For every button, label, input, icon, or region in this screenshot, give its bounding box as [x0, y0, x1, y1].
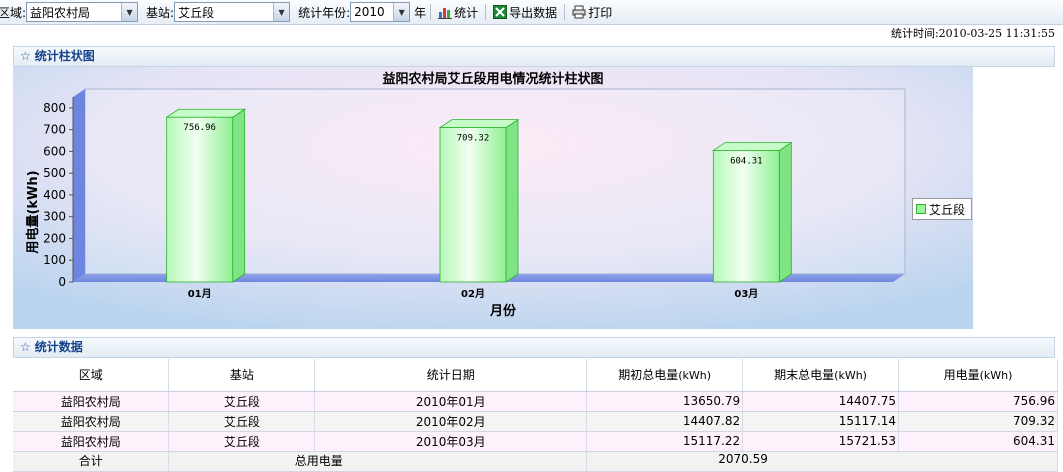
table-header-row: 区域 基站 统计日期 期初总电量(kWh) 期末总电量(kWh) 用电量(kWh…: [13, 359, 1058, 392]
cell-usage: 709.32: [898, 411, 1058, 432]
cell-station: 艾丘段: [168, 431, 316, 452]
chart-side-wall: [73, 89, 85, 282]
column-header[interactable]: 用电量(kWh): [898, 359, 1058, 392]
print-button[interactable]: 打印: [569, 4, 615, 21]
y-axis-title: 用电量(kWh): [25, 170, 41, 254]
bar: [166, 116, 234, 283]
year-select-value: 2010: [354, 5, 385, 19]
y-tick-label: 600: [43, 144, 66, 158]
cell-end-power: 15117.14: [742, 411, 900, 432]
y-tick-label: 400: [43, 188, 66, 202]
chevron-down-icon[interactable]: ▼: [393, 3, 410, 21]
y-tick-label: 100: [43, 253, 66, 267]
total-label: 合计: [13, 451, 170, 472]
export-button-label: 导出数据: [509, 5, 558, 20]
star-icon: ☆: [20, 49, 31, 63]
cell-usage: 604.31: [898, 431, 1058, 452]
y-tick-label: 200: [43, 231, 66, 245]
y-tick-label: 500: [43, 166, 66, 180]
stat-button-label: 统计: [454, 5, 479, 20]
column-header[interactable]: 基站: [168, 359, 316, 392]
column-header[interactable]: 区域: [13, 359, 170, 392]
cell-area: 益阳农村局: [13, 391, 170, 412]
x-tick-label: 01月: [188, 288, 212, 300]
bar-value-label: 604.31: [730, 156, 763, 166]
separator: [430, 4, 432, 20]
data-panel-header: ☆ 统计数据: [13, 337, 1055, 358]
bar-chart-svg: 益阳农村局艾丘段用电情况统计柱状图 0 100 200 300 400 500 600 700…: [13, 67, 973, 329]
x-tick-label: 03月: [734, 288, 758, 300]
bar-top: [165, 108, 246, 118]
area-select-value: 益阳农村局: [30, 5, 91, 20]
table-row[interactable]: 益阳农村局 艾丘段 2010年02月 14407.82 15117.14 709…: [13, 411, 1058, 432]
separator: [564, 4, 566, 20]
station-select-value: 艾丘段: [178, 5, 215, 20]
cell-start-power: 15117.22: [586, 431, 744, 452]
cell-date: 2010年02月: [314, 411, 588, 432]
cell-start-power: 13650.79: [586, 391, 744, 412]
separator: [485, 4, 487, 20]
cell-station: 艾丘段: [168, 411, 316, 432]
cell-date: 2010年03月: [314, 431, 588, 452]
chart-panel-header: ☆ 统计柱状图: [13, 46, 1055, 67]
x-tick-label: 02月: [461, 288, 485, 300]
export-button[interactable]: 导出数据: [490, 4, 560, 21]
total-power-label: 总用电量: [168, 451, 588, 472]
cell-end-power: 14407.75: [742, 391, 900, 412]
year-label: 统计年份:: [298, 5, 351, 20]
data-panel-title: 统计数据: [34, 340, 83, 354]
x-axis-title: 月份: [489, 303, 517, 319]
bar-chart-icon: [438, 8, 453, 19]
bar-chart: 益阳农村局艾丘段用电情况统计柱状图 0 100 200 300 400 500 600 700…: [13, 67, 973, 329]
cell-end-power: 15721.53: [742, 431, 900, 452]
chart-panel-title: 统计柱状图: [34, 49, 95, 63]
star-icon: ☆: [20, 340, 31, 354]
cell-area: 益阳农村局: [13, 411, 170, 432]
column-header[interactable]: 期初总电量(kWh): [586, 359, 744, 392]
column-header[interactable]: 统计日期: [314, 359, 588, 392]
total-power-value: 2070.59: [586, 451, 1058, 472]
bar-side: [778, 141, 792, 283]
print-button-label: 打印: [588, 5, 613, 20]
stat-time: 统计时间:2010-03-25 11:31:55: [890, 27, 1055, 40]
y-tick-label: 300: [43, 210, 66, 224]
bar-side: [505, 118, 519, 283]
year-suffix: 年: [414, 5, 427, 20]
table-total-row: 合计 总用电量 2070.59: [13, 451, 1058, 472]
chevron-down-icon[interactable]: ▼: [273, 3, 290, 21]
cell-station: 艾丘段: [168, 391, 316, 412]
area-label: 区域:: [0, 5, 27, 20]
area-select[interactable]: 益阳农村局 ▼: [26, 2, 139, 22]
bar-value-label: 756.96: [183, 123, 216, 133]
cell-date: 2010年01月: [314, 391, 588, 412]
year-select[interactable]: 2010 ▼: [350, 2, 411, 22]
printer-icon: [572, 5, 586, 19]
bar-top: [712, 142, 793, 151]
cell-usage: 756.96: [898, 391, 1058, 412]
stats-table: 区域 基站 统计日期 期初总电量(kWh) 期末总电量(kWh) 用电量(kWh…: [13, 359, 1058, 472]
stat-button[interactable]: 统计: [435, 4, 481, 21]
station-label: 基站:: [146, 5, 175, 20]
chart-title: 益阳农村局艾丘段用电情况统计柱状图: [382, 71, 603, 87]
cell-start-power: 14407.82: [586, 411, 744, 432]
cell-area: 益阳农村局: [13, 431, 170, 452]
excel-icon: [493, 5, 508, 19]
y-tick-label: 700: [43, 123, 66, 137]
legend-label: 艾丘段: [929, 202, 966, 217]
bar: [439, 127, 507, 283]
legend-swatch: [916, 204, 926, 214]
table-row[interactable]: 益阳农村局 艾丘段 2010年03月 15117.22 15721.53 604…: [13, 431, 1058, 452]
chevron-down-icon[interactable]: ▼: [121, 3, 138, 21]
bar-top: [438, 119, 520, 129]
chart-legend: 艾丘段: [912, 198, 972, 220]
y-tick-label: 0: [58, 275, 66, 289]
bar-value-label: 709.32: [457, 134, 490, 144]
bar: [712, 150, 780, 283]
table-row[interactable]: 益阳农村局 艾丘段 2010年01月 13650.79 14407.75 756…: [13, 391, 1058, 412]
y-tick-label: 800: [43, 101, 66, 115]
toolbar: 区域: 益阳农村局 ▼ 基站: 艾丘段 ▼ 统计年份: 2010 ▼ 年 统计 …: [0, 0, 1063, 25]
station-select[interactable]: 艾丘段 ▼: [174, 2, 291, 22]
column-header[interactable]: 期末总电量(kWh): [742, 359, 900, 392]
bar-side: [232, 108, 246, 283]
